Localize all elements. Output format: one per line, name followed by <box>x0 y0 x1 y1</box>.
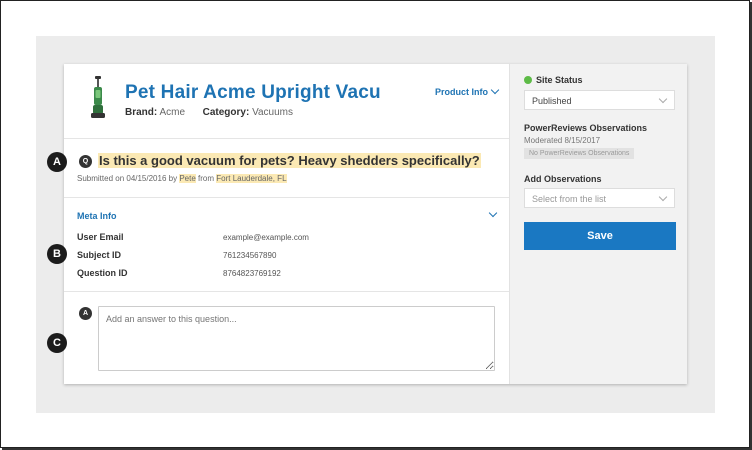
status-dot-icon <box>524 76 532 84</box>
meta-key: Subject ID <box>77 250 122 260</box>
site-status-label: Site Status <box>524 75 583 85</box>
callout-b: B <box>47 244 67 264</box>
brand-value: Acme <box>159 107 186 118</box>
author-name: Pete <box>179 174 196 183</box>
category-value: Vacuums <box>252 107 294 118</box>
callout-a: A <box>47 152 67 172</box>
moderation-sidebar: Site Status Published PowerReviews Obser… <box>509 64 687 384</box>
product-info-label: Product Info <box>435 87 488 97</box>
chevron-down-icon[interactable] <box>488 208 498 218</box>
site-status-select[interactable]: Published <box>524 90 675 110</box>
meta-value: 761234567890 <box>223 251 277 260</box>
main-panel: Pet Hair Acme Upright Vacuu... Brand: Ac… <box>64 64 509 384</box>
add-observations-label: Add Observations <box>524 174 602 184</box>
question-moderation-card: Pet Hair Acme Upright Vacuu... Brand: Ac… <box>64 64 687 384</box>
site-status-text: Site Status <box>536 75 583 85</box>
meta-info-title[interactable]: Meta Info <box>77 211 117 221</box>
author-location: Fort Lauderdale, FL <box>216 174 287 183</box>
site-status-value: Published <box>532 96 572 106</box>
submission-info: Submitted on 04/15/2016 by Pete from For… <box>77 174 287 183</box>
add-observations-placeholder: Select from the list <box>532 194 607 204</box>
brand-label: Brand: <box>125 107 158 118</box>
answer-section: A <box>64 292 509 384</box>
submitted-prefix: Submitted on 04/15/2016 by <box>77 174 178 183</box>
vacuum-product-image <box>91 76 105 118</box>
chevron-down-icon <box>658 192 668 202</box>
product-info-toggle[interactable]: Product Info <box>435 85 500 97</box>
answer-input[interactable] <box>98 306 495 371</box>
callout-c: C <box>47 333 67 353</box>
question-section: Q Is this a good vacuum for pets? Heavy … <box>64 139 509 198</box>
from-word: from <box>198 174 215 183</box>
meta-info-section: Meta Info User Email example@example.com… <box>64 198 509 292</box>
chevron-down-icon <box>658 94 668 104</box>
meta-key: User Email <box>77 232 124 242</box>
observations-badge: No PowerReviews Observations <box>524 148 635 159</box>
meta-key: Question ID <box>77 268 128 278</box>
meta-value: example@example.com <box>223 233 309 242</box>
product-meta-row: Brand: Acme Category: Vacuums <box>125 107 293 118</box>
moderated-date: Moderated 8/15/2017 <box>524 136 601 145</box>
chevron-down-icon <box>490 85 500 95</box>
screenshot-frame: Pet Hair Acme Upright Vacuu... Brand: Ac… <box>0 0 750 448</box>
question-icon: Q <box>79 155 92 168</box>
question-text: Is this a good vacuum for pets? Heavy sh… <box>98 153 481 168</box>
answer-icon: A <box>79 307 92 320</box>
meta-value: 8764823769192 <box>223 269 281 278</box>
category-label: Category: <box>202 107 250 118</box>
powerreviews-title: PowerReviews Observations <box>524 123 648 133</box>
product-title[interactable]: Pet Hair Acme Upright Vacuu... <box>125 82 380 104</box>
add-observations-select[interactable]: Select from the list <box>524 188 675 208</box>
save-button[interactable]: Save <box>524 222 676 250</box>
product-header: Pet Hair Acme Upright Vacuu... Brand: Ac… <box>64 64 509 139</box>
